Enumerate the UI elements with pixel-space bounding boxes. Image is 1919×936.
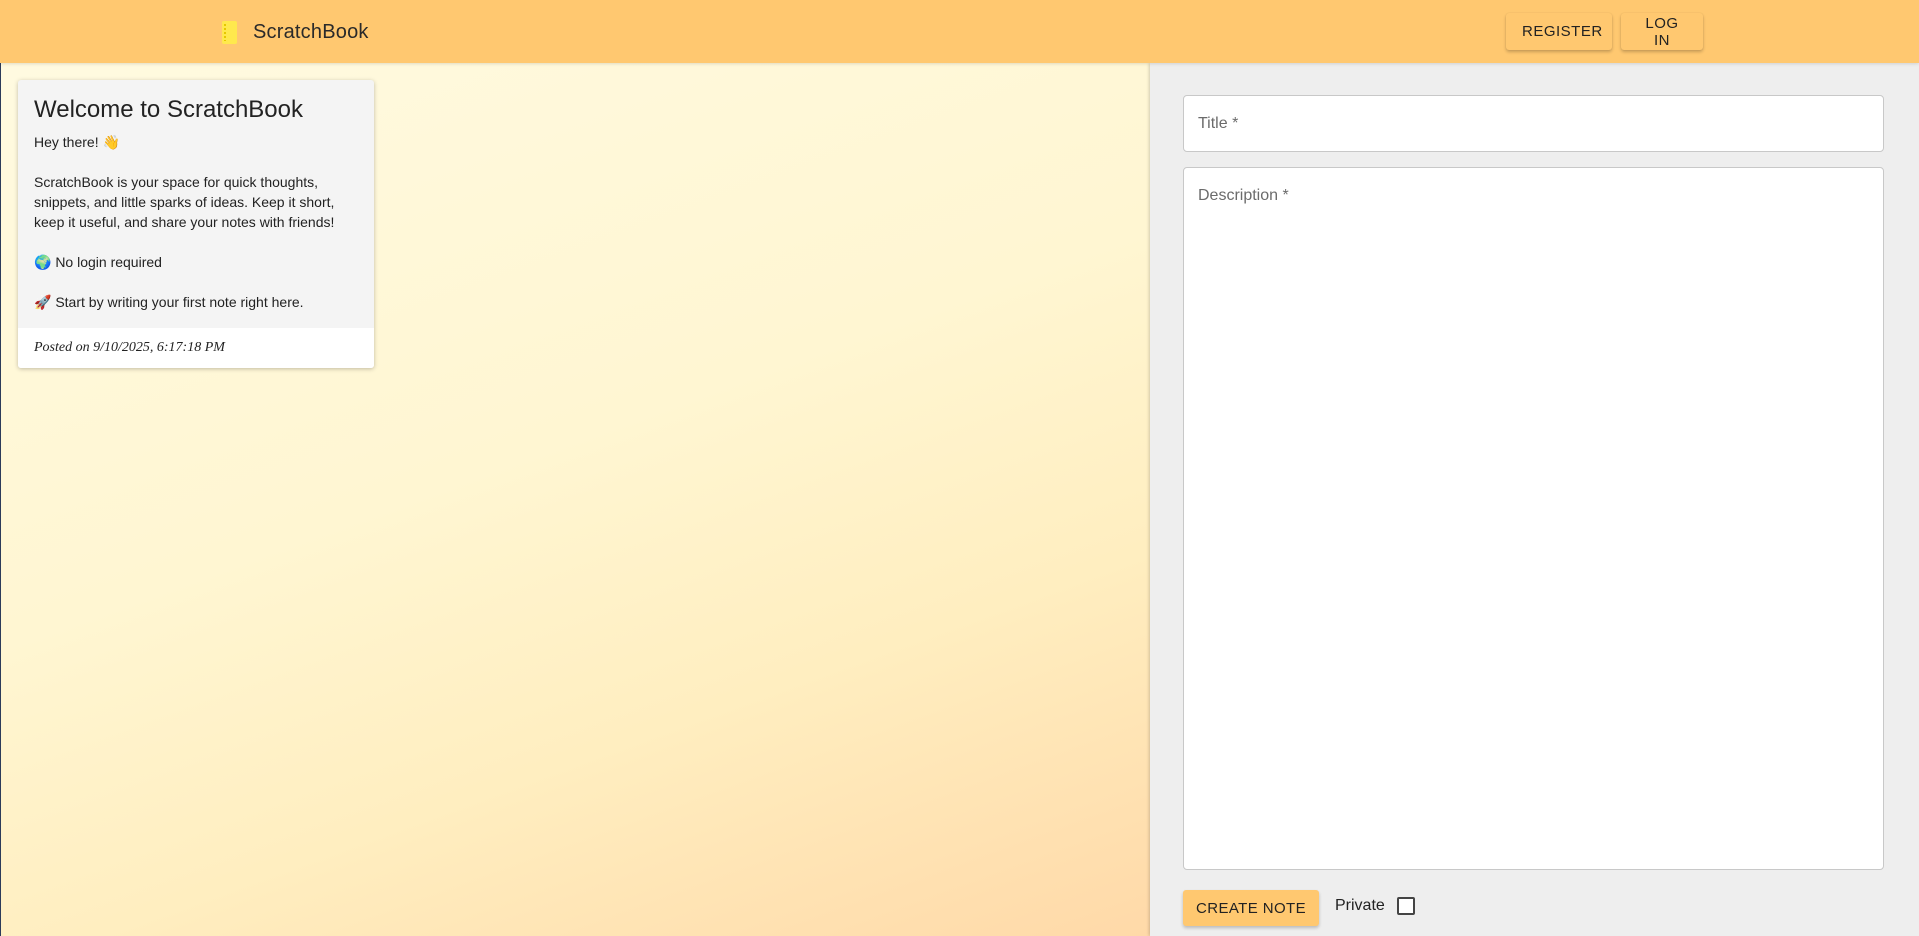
notebook-icon <box>222 20 237 44</box>
note-greeting: Hey there! 👋 <box>34 134 120 150</box>
brand-name: ScratchBook <box>253 20 369 43</box>
note-card[interactable]: Welcome to ScratchBook Hey there! 👋 Scra… <box>18 80 374 368</box>
note-body: Welcome to ScratchBook Hey there! 👋 Scra… <box>18 80 374 328</box>
brand[interactable]: ScratchBook <box>222 17 369 47</box>
login-button[interactable]: Log in <box>1621 13 1703 50</box>
private-checkbox[interactable] <box>1396 897 1415 915</box>
private-label: Private <box>1335 897 1385 914</box>
create-note-button[interactable]: Create note <box>1183 890 1319 926</box>
notes-area: Welcome to ScratchBook Hey there! 👋 Scra… <box>0 63 1150 936</box>
note-intro: ScratchBook is your space for quick thou… <box>34 174 335 230</box>
note-posted-date: Posted on 9/10/2025, 6:17:18 PM <box>18 328 374 368</box>
title-field[interactable]: Title * <box>1183 95 1884 152</box>
description-input[interactable] <box>1184 168 1883 869</box>
create-note-panel: Title * Description * Create note Privat… <box>1150 63 1919 936</box>
note-feature: 🌍 No login required <box>34 254 162 270</box>
note-title: Welcome to ScratchBook <box>34 96 304 123</box>
app-bar: ScratchBook Register Log in <box>0 0 1919 63</box>
note-cta: 🚀 Start by writing your first note right… <box>34 294 304 310</box>
register-button[interactable]: Register <box>1506 13 1612 50</box>
title-input[interactable] <box>1184 96 1883 151</box>
description-field[interactable]: Description * <box>1183 167 1884 870</box>
private-toggle[interactable]: Private <box>1335 897 1415 915</box>
